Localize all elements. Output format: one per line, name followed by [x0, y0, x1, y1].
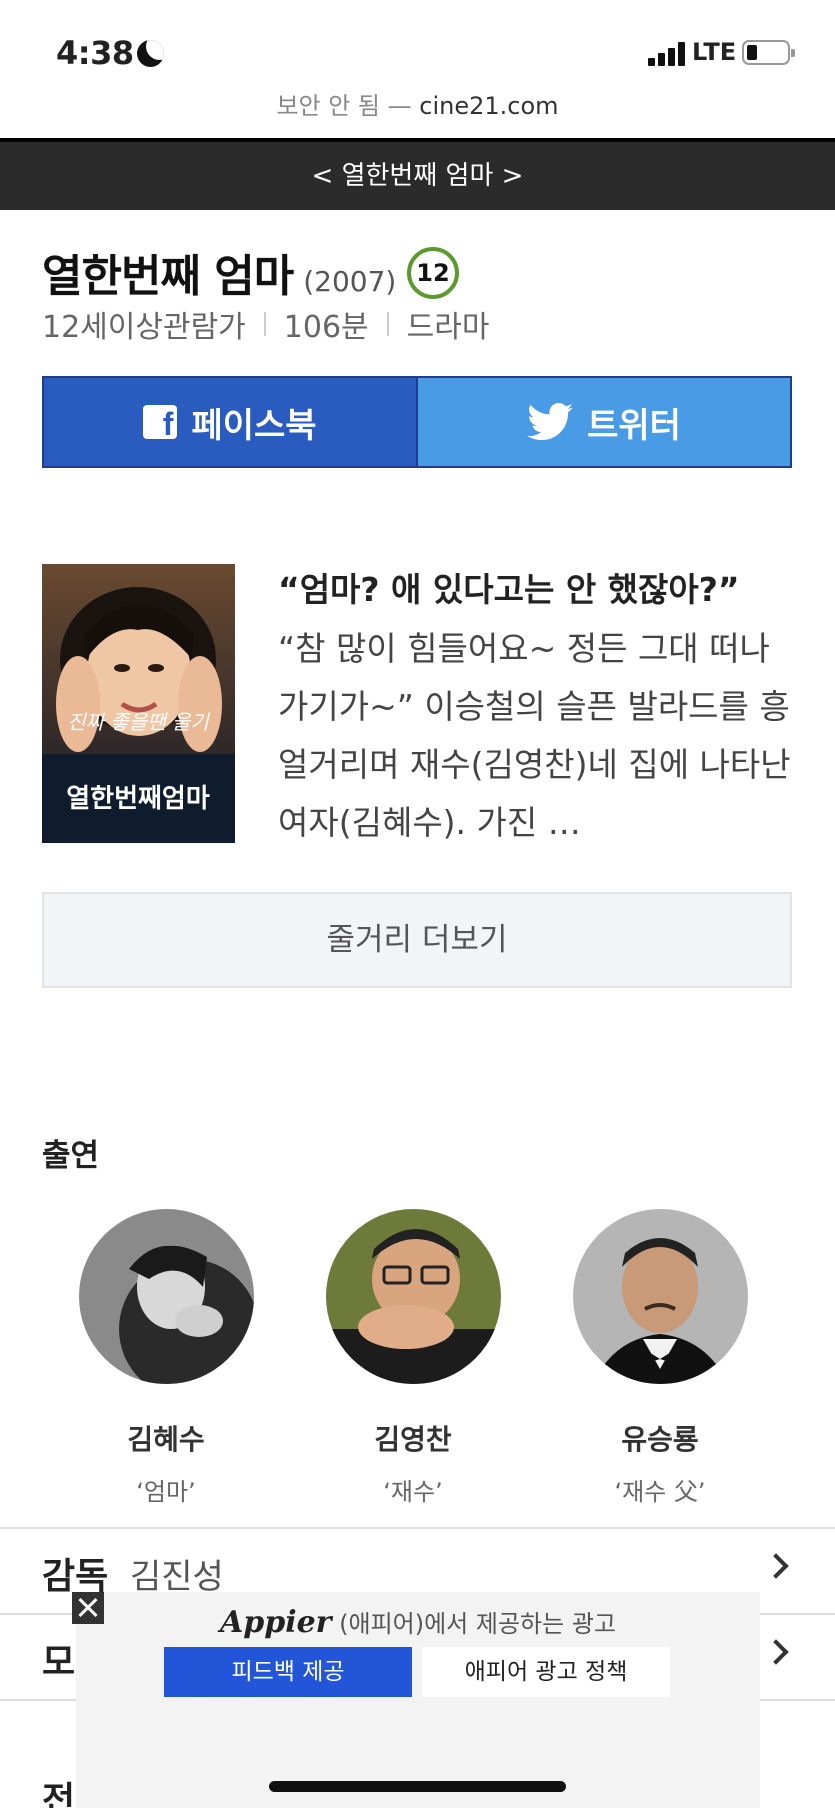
poster-image: 진짜 좋을땐 울기 열한번째엄마: [42, 564, 235, 843]
cast-role: ‘재수’: [383, 1478, 443, 1506]
home-indicator: [269, 1781, 566, 1792]
movie-poster[interactable]: 진짜 좋을땐 울기 열한번째엄마: [42, 564, 235, 843]
genre: 드라마: [406, 310, 490, 345]
status-time: 4:38: [56, 34, 134, 72]
twitter-bird-icon: [527, 403, 573, 441]
cast-member[interactable]: 김혜수 ‘엄마’: [66, 1209, 266, 1507]
twitter-share-button[interactable]: 트위터: [418, 376, 792, 468]
rating-text: 12세이상관람가: [42, 310, 246, 345]
info-row-3-label: 전: [42, 1780, 76, 1808]
cast-heading: 출연: [42, 1138, 100, 1174]
divider: [386, 312, 389, 336]
address-bar[interactable]: 보안 안 됨 — cine21.com: [0, 86, 835, 121]
divider: [263, 312, 266, 336]
movie-year: (2007): [303, 265, 397, 298]
synopsis-text: “참 많이 힘들어요~ 정든 그대 떠나가기가~” 이승철의 슬픈 발라드를 흥…: [278, 629, 791, 842]
movie-title-row: 열한번째 엄마 (2007): [42, 240, 396, 304]
facebook-label: 페이스북: [191, 405, 317, 446]
close-icon[interactable]: [72, 1592, 104, 1624]
movie-meta: 12세이상관람가 106분 드라마: [42, 302, 489, 346]
avatar: [325, 1209, 501, 1384]
synopsis-more-button[interactable]: 줄거리 더보기: [42, 892, 792, 988]
moon-icon: [137, 40, 164, 67]
status-bar: 4:38 LTE: [0, 0, 835, 90]
insecure-label: 보안 안 됨 —: [276, 92, 412, 120]
cast-name: 유승룡: [621, 1423, 699, 1456]
feedback-button[interactable]: 피드백 제공: [164, 1647, 412, 1697]
ad-policy-button[interactable]: 애피어 광고 정책: [422, 1647, 670, 1697]
avatar: [572, 1209, 748, 1384]
poster-tagline: 진짜 좋을땐 울기: [67, 710, 210, 734]
battery-icon: [742, 40, 795, 65]
poster-title: 열한번째엄마: [66, 784, 210, 814]
cast-name: 김영찬: [374, 1423, 452, 1456]
info-row-2-label: 모: [42, 1642, 76, 1683]
synopsis: “엄마? 애 있다고는 안 했잖아?” “참 많이 힘들어요~ 정든 그대 떠나…: [278, 560, 793, 852]
chevron-right-icon: [763, 1639, 789, 1665]
ad-text: (애피어)에서 제공하는 광고: [339, 1610, 617, 1638]
network-label: LTE: [692, 38, 737, 66]
ad-banner: Appier (애피어)에서 제공하는 광고 피드백 제공 애피어 광고 정책: [76, 1592, 760, 1808]
runtime: 106분: [283, 310, 369, 345]
cast-name: 김혜수: [127, 1423, 205, 1456]
domain-label: cine21.com: [419, 92, 559, 120]
cast-member[interactable]: 김영찬 ‘재수’: [313, 1209, 513, 1507]
share-bar: 페이스북 트위터: [42, 376, 792, 468]
signal-icon: [648, 42, 688, 66]
movie-title: 열한번째 엄마: [42, 251, 294, 302]
cast-role: ‘재수 父’: [614, 1478, 706, 1506]
avatar: [78, 1209, 254, 1384]
director-value: 김진성: [130, 1557, 224, 1597]
appier-logo: Appier: [219, 1605, 332, 1640]
ad-title: Appier (애피어)에서 제공하는 광고: [76, 1604, 760, 1640]
twitter-label: 트위터: [587, 405, 681, 446]
facebook-share-button[interactable]: 페이스북: [42, 376, 418, 468]
cast-role: ‘엄마’: [136, 1478, 196, 1506]
cast-member[interactable]: 유승룡 ‘재수 父’: [560, 1209, 760, 1507]
page-nav-title: < 열한번째 엄마 >: [0, 138, 835, 210]
chevron-right-icon: [763, 1553, 789, 1579]
rating-badge: 12: [407, 247, 459, 299]
synopsis-tagline: “엄마? 애 있다고는 안 했잖아?”: [278, 570, 740, 609]
facebook-icon: [143, 405, 178, 443]
